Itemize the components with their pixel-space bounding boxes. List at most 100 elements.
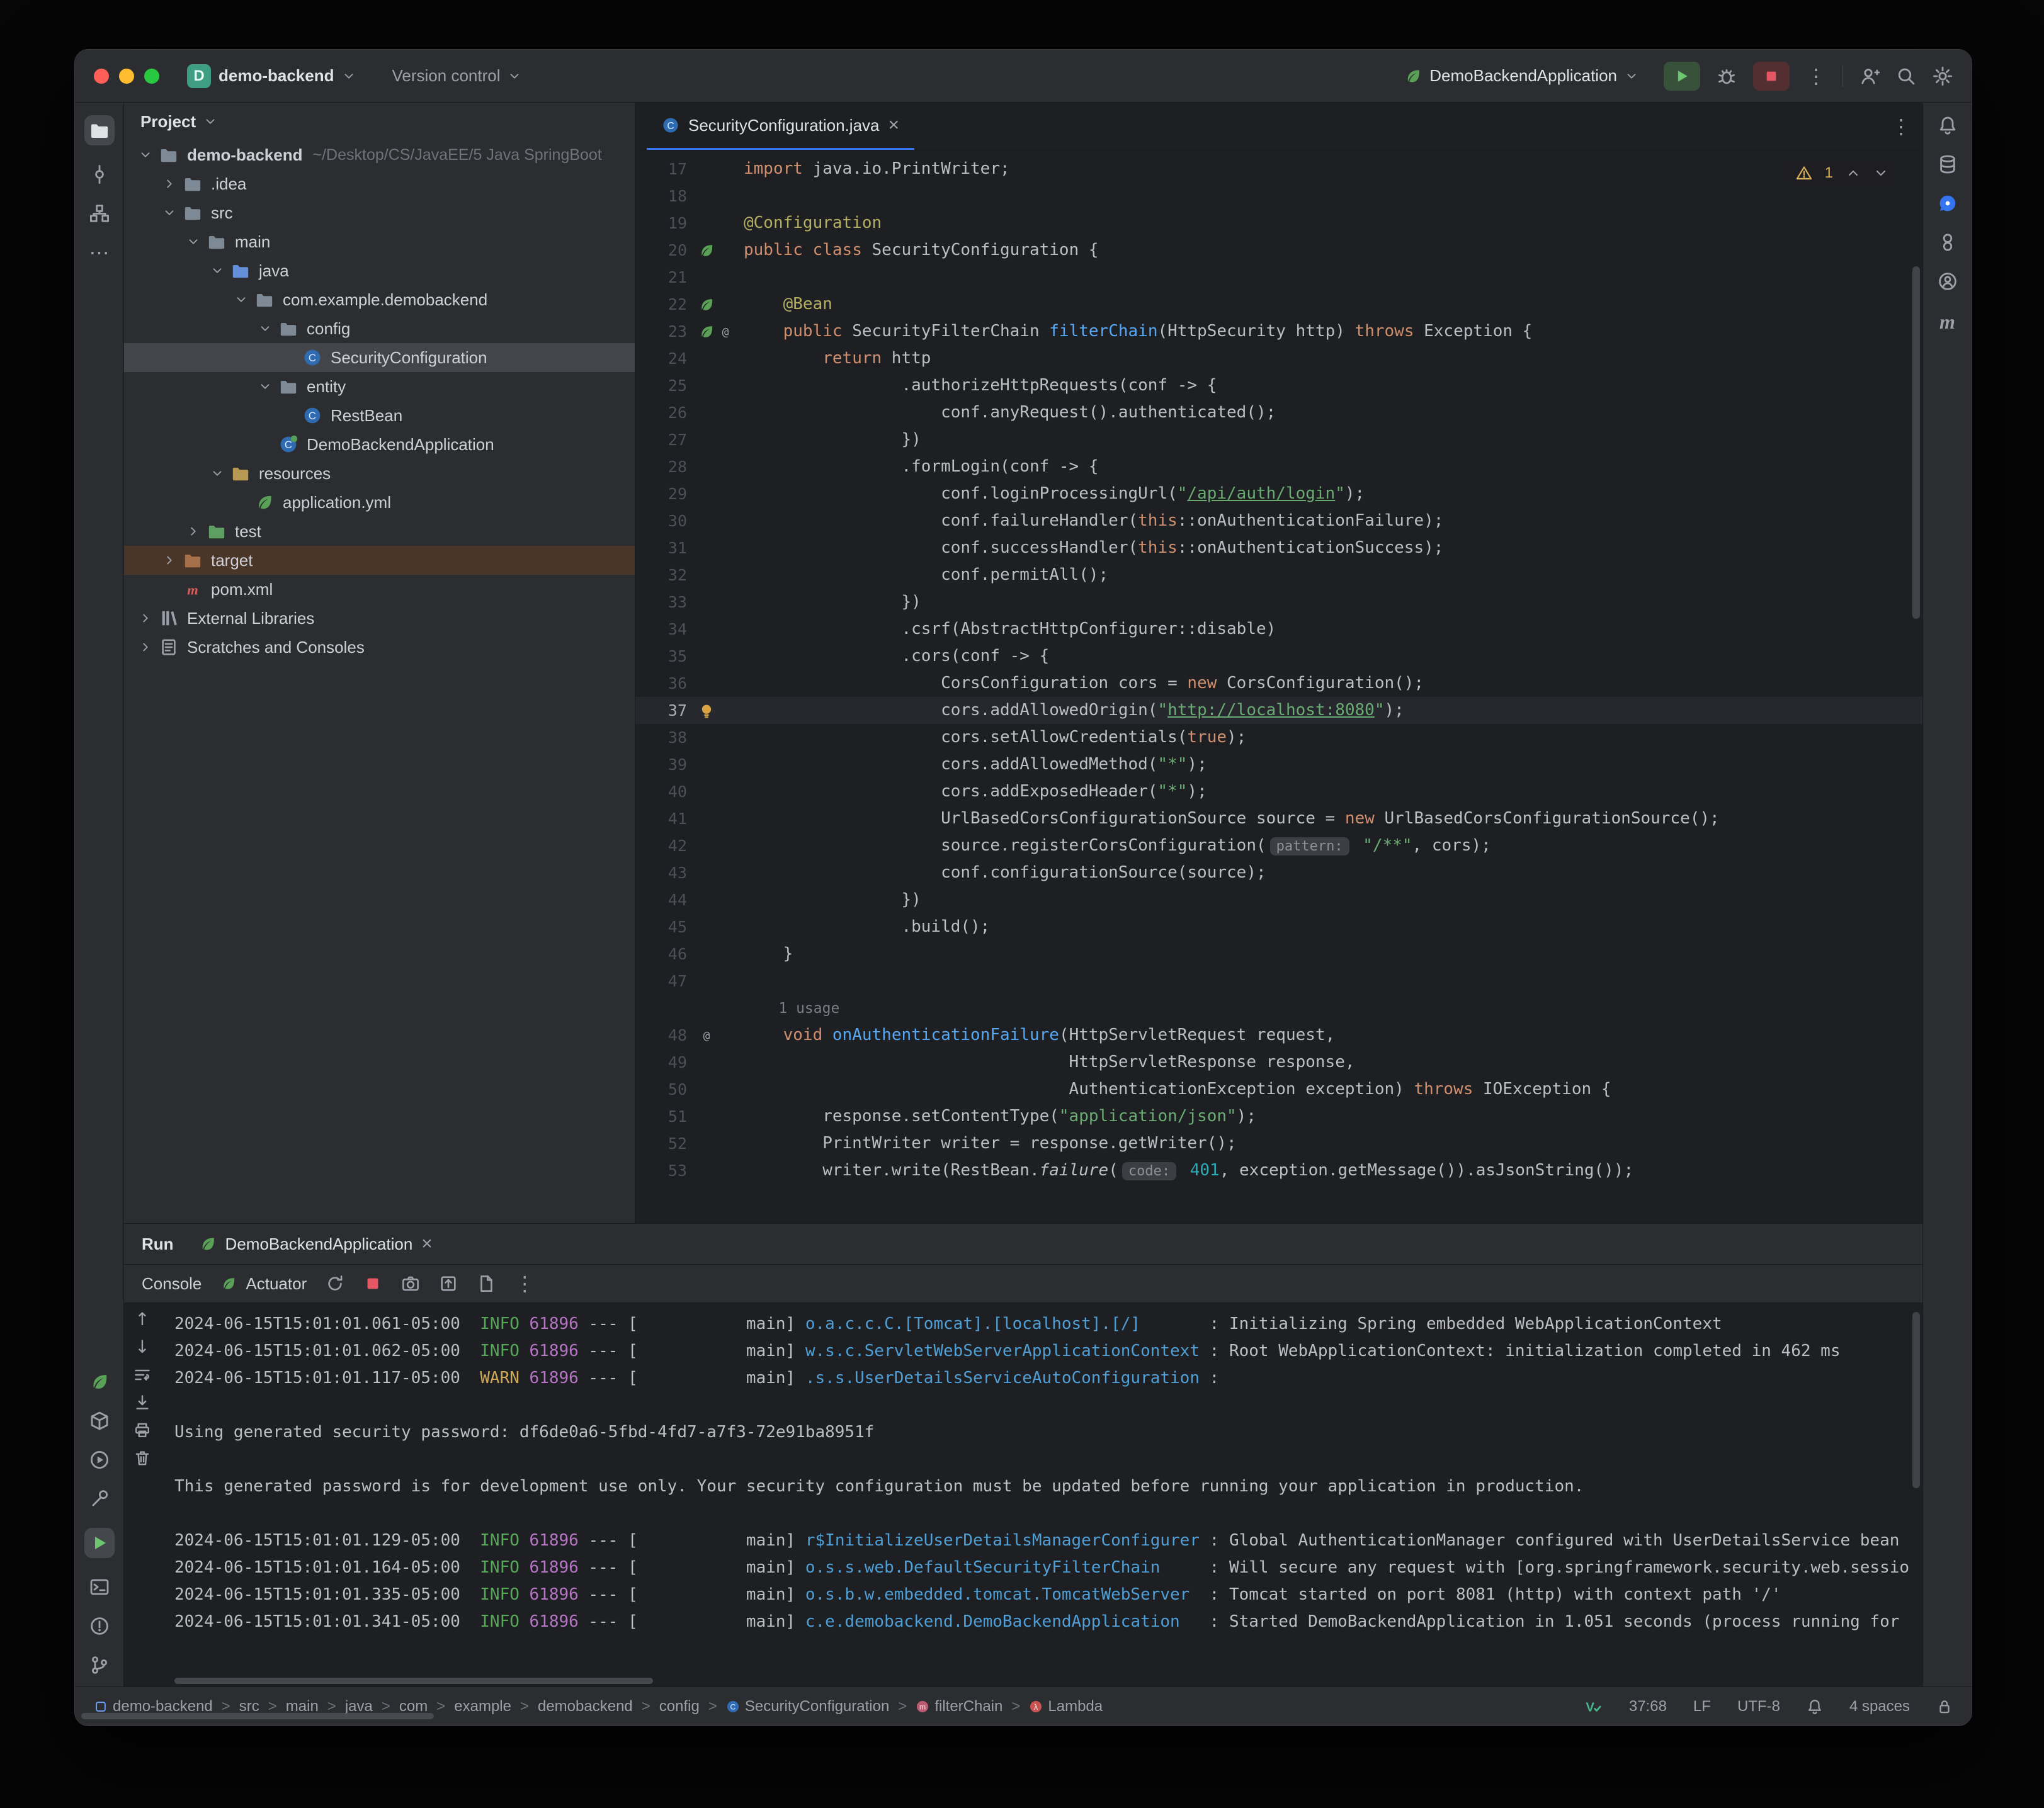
run-button[interactable]	[1664, 61, 1700, 91]
code-line[interactable]: 47	[635, 968, 1922, 995]
code-line[interactable]: 49 HttpServletResponse response,	[635, 1049, 1922, 1076]
tree-item-external-libraries[interactable]: External Libraries	[124, 604, 635, 633]
problems-tool-button[interactable]	[89, 1616, 110, 1636]
code-line[interactable]: 38 cors.setAllowCredentials(true);	[635, 724, 1922, 751]
clear-console-button[interactable]	[133, 1449, 151, 1467]
spring-boot-tool-button[interactable]	[89, 1372, 110, 1392]
console-more-button[interactable]: ⋮	[514, 1274, 535, 1294]
code-line[interactable]: 20 public class SecurityConfiguration {	[635, 237, 1922, 264]
tree-item-resources[interactable]: resources	[124, 459, 635, 488]
tree-item-target[interactable]: target	[124, 546, 635, 575]
code-line[interactable]: 33 })	[635, 589, 1922, 616]
chevron-down-icon[interactable]	[206, 466, 229, 480]
code-line[interactable]: 34 .csrf(AbstractHttpConfigurer::disable…	[635, 616, 1922, 643]
tree-item-idea[interactable]: .idea	[124, 169, 635, 198]
up-stacktrace-button[interactable]: ↑	[135, 1311, 149, 1328]
tree-item-main[interactable]: main	[124, 227, 635, 256]
code-line[interactable]: 26 conf.anyRequest().authenticated();	[635, 399, 1922, 426]
run-tool-button[interactable]	[84, 1528, 115, 1558]
run-tab-demobackendapplication[interactable]: DemoBackendApplication ×	[199, 1235, 433, 1254]
code-line[interactable]: 24 return http	[635, 345, 1922, 372]
maven-tool-button[interactable]: m	[1939, 310, 1955, 334]
dump-button[interactable]	[477, 1274, 496, 1293]
console-tab[interactable]: Console	[142, 1274, 202, 1294]
tree-item-pom-xml[interactable]: m pom.xml	[124, 575, 635, 604]
stop-process-button[interactable]	[363, 1274, 382, 1293]
structure-tool-button[interactable]	[89, 203, 110, 223]
tree-item-src[interactable]: src	[124, 198, 635, 227]
scroll-to-end-button[interactable]	[133, 1394, 151, 1411]
code-line[interactable]: 45 .build();	[635, 913, 1922, 941]
search-button[interactable]	[1896, 66, 1916, 86]
code-line[interactable]: 36 CorsConfiguration cors = new CorsConf…	[635, 670, 1922, 697]
close-tab-icon[interactable]: ×	[421, 1235, 433, 1253]
project-tool-button[interactable]	[84, 115, 115, 145]
chevron-right-icon[interactable]	[134, 611, 157, 625]
add-user-button[interactable]	[1859, 66, 1880, 86]
chevron-down-icon[interactable]	[230, 293, 253, 307]
code-line[interactable]: 18	[635, 183, 1922, 210]
editor-vscrollbar[interactable]	[1912, 266, 1920, 619]
chevron-down-icon[interactable]	[134, 148, 157, 162]
database-tool-button[interactable]	[1938, 154, 1958, 174]
code-line[interactable]: 52 PrintWriter writer = response.getWrit…	[635, 1130, 1922, 1157]
code-line[interactable]: 42 source.registerCorsConfiguration(patt…	[635, 832, 1922, 859]
services-tool-button[interactable]	[89, 1411, 110, 1431]
project-tree-hscrollbar[interactable]	[75, 1713, 1972, 1720]
chevron-right-icon[interactable]	[182, 524, 205, 538]
code-line[interactable]: 37 cors.addAllowedOrigin("http://localho…	[635, 697, 1922, 724]
code-line[interactable]: 46 }	[635, 941, 1922, 968]
lock-icon[interactable]	[1936, 1698, 1953, 1715]
ai-assistant-button[interactable]	[1938, 193, 1958, 213]
chevron-down-icon[interactable]	[158, 206, 181, 220]
tree-item-entity[interactable]: entity	[124, 372, 635, 401]
code-line[interactable]: 35 .cors(conf -> {	[635, 643, 1922, 670]
beans-tool-button[interactable]	[1938, 232, 1958, 252]
code-line[interactable]: 43 conf.configurationSource(source);	[635, 859, 1922, 886]
minimize-button[interactable]	[119, 68, 134, 84]
chevron-right-icon[interactable]	[134, 640, 157, 654]
tree-item-config[interactable]: config	[124, 314, 635, 343]
chevron-down-icon[interactable]	[254, 380, 276, 393]
chevron-down-icon[interactable]	[206, 264, 229, 278]
print-button[interactable]	[133, 1421, 151, 1439]
chevron-down-icon[interactable]	[182, 235, 205, 249]
close-tab-icon[interactable]: ×	[889, 116, 900, 135]
notifications-button[interactable]	[1938, 115, 1958, 135]
console-output[interactable]: 2024-06-15T15:01:01.061-05:00 INFO 61896…	[161, 1303, 1922, 1674]
code-line[interactable]: 23 @ public SecurityFilterChain filterCha…	[635, 318, 1922, 345]
code-line[interactable]: 31 conf.successHandler(this::onAuthentic…	[635, 534, 1922, 562]
tree-item-test[interactable]: test	[124, 517, 635, 546]
code-line[interactable]: 53 writer.write(RestBean.failure(code: 4…	[635, 1157, 1922, 1184]
notifications-icon[interactable]	[1807, 1698, 1823, 1715]
code-line[interactable]: 30 conf.failureHandler(this::onAuthentic…	[635, 507, 1922, 534]
code-line[interactable]: 40 cors.addExposedHeader("*");	[635, 778, 1922, 805]
code-line[interactable]: 28 .formLogin(conf -> {	[635, 453, 1922, 480]
code-line[interactable]: 44 })	[635, 886, 1922, 913]
rerun-button[interactable]	[326, 1274, 344, 1293]
code-line[interactable]: 21	[635, 264, 1922, 291]
tree-item-restbean[interactable]: C RestBean	[124, 401, 635, 430]
bulb-icon[interactable]	[698, 703, 715, 719]
chevron-right-icon[interactable]	[158, 177, 181, 191]
chevron-up-icon[interactable]	[1846, 166, 1861, 181]
run-anything-button[interactable]	[89, 1450, 110, 1470]
profiler-tool-button[interactable]	[1938, 271, 1958, 291]
screenshot-button[interactable]	[401, 1274, 420, 1293]
inspection-widget[interactable]: 1	[1789, 161, 1895, 186]
code-line[interactable]: 19 @Configuration	[635, 210, 1922, 237]
tree-item-demo-backend[interactable]: demo-backend ~/Desktop/CS/JavaEE/5 Java S…	[124, 140, 635, 169]
code-line[interactable]: 48 @ void onAuthenticationFailure(HttpSer…	[635, 1022, 1922, 1049]
code-line[interactable]: 41 UrlBasedCorsConfigurationSource sourc…	[635, 805, 1922, 832]
code-line[interactable]: 29 conf.loginProcessingUrl("/api/auth/lo…	[635, 480, 1922, 507]
settings-button[interactable]	[1933, 66, 1953, 86]
scrollbar-thumb[interactable]	[174, 1678, 653, 1684]
code-editor[interactable]: 17 import java.io.PrintWriter; 18 19 @Config…	[635, 150, 1922, 1223]
chevron-down-icon[interactable]	[254, 322, 276, 336]
chevron-right-icon[interactable]	[158, 553, 181, 567]
build-tool-button[interactable]	[89, 1489, 110, 1509]
code-line[interactable]: 27 })	[635, 426, 1922, 453]
editor-options-button[interactable]: ⋮	[1891, 116, 1911, 137]
code-line[interactable]: 50 AuthenticationException exception) th…	[635, 1076, 1922, 1103]
tree-item-demobackendapplication[interactable]: C DemoBackendApplication	[124, 430, 635, 459]
